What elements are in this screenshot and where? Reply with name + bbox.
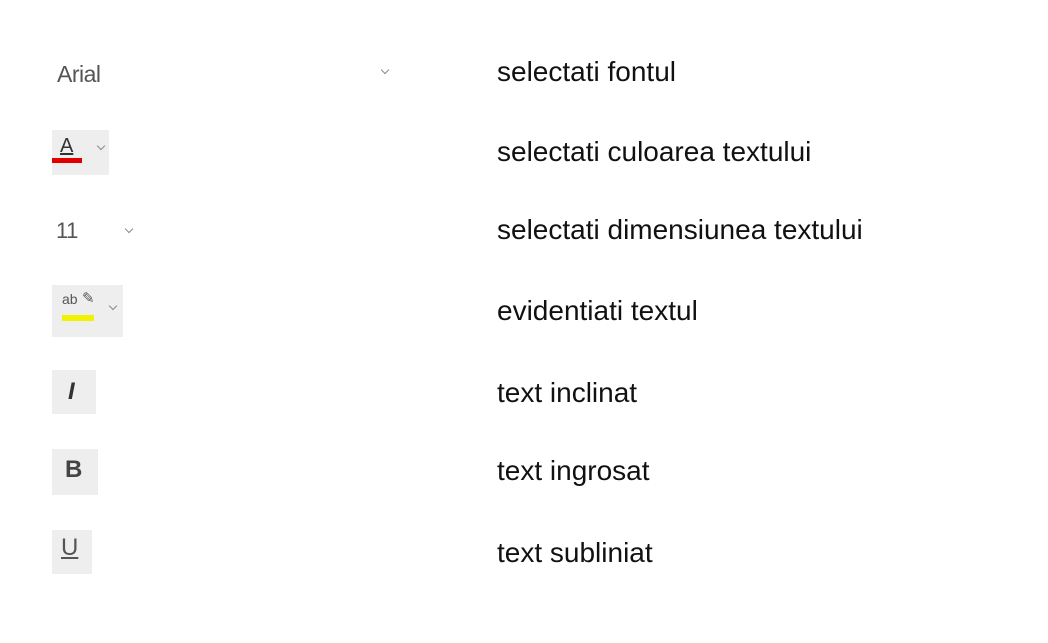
bold-description: text ingrosat bbox=[497, 455, 650, 486]
chevron-down-icon[interactable] bbox=[124, 224, 134, 234]
row-text-color: A selectati culoarea textului bbox=[0, 130, 1048, 175]
row-highlight: ab ✎ evidentiati textul bbox=[0, 285, 1048, 337]
underline-description: text subliniat bbox=[497, 537, 653, 568]
row-bold: B text ingrosat bbox=[0, 449, 1048, 495]
row-font-size: 11 selectati dimensiunea textului bbox=[0, 210, 1048, 254]
italic-description: text inclinat bbox=[497, 377, 638, 408]
pen-icon: ✎ bbox=[82, 290, 95, 307]
italic-icon: I bbox=[68, 378, 75, 405]
highlight-description: evidentiati textul bbox=[497, 295, 698, 326]
underline-icon: U bbox=[61, 534, 79, 561]
row-underline: U text subliniat bbox=[0, 530, 1048, 574]
font-size-value: 11 bbox=[56, 218, 78, 243]
italic-button[interactable]: I bbox=[52, 370, 96, 414]
chevron-down-icon[interactable] bbox=[96, 141, 106, 151]
underline-button[interactable]: U bbox=[52, 530, 92, 574]
bold-icon: B bbox=[65, 456, 83, 483]
font-family-description: selectati fontul bbox=[497, 56, 676, 87]
row-italic: I text inclinat bbox=[0, 370, 1048, 414]
chevron-down-icon[interactable] bbox=[108, 301, 118, 311]
highlight-button[interactable]: ab ✎ bbox=[52, 285, 123, 337]
font-family-value: Arial bbox=[57, 61, 101, 87]
text-color-description: selectati culoarea textului bbox=[497, 136, 812, 167]
text-color-button[interactable]: A bbox=[52, 130, 109, 175]
bold-button[interactable]: B bbox=[52, 449, 98, 495]
font-size-description: selectati dimensiunea textului bbox=[497, 214, 863, 245]
chevron-down-icon[interactable] bbox=[380, 65, 390, 75]
row-font-family: Arial selectati fontul bbox=[0, 50, 1048, 94]
font-family-select[interactable]: Arial bbox=[52, 50, 397, 94]
